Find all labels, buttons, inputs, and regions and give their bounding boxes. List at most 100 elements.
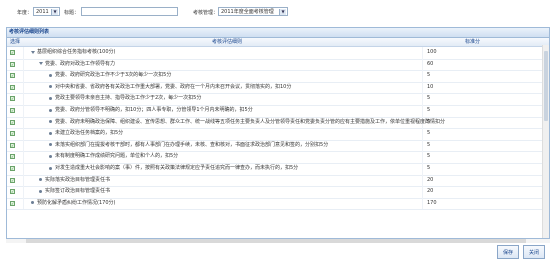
vertical-scrollbar[interactable] [542, 45, 549, 238]
column-divider [422, 105, 423, 117]
column-divider [422, 81, 423, 94]
row-checkbox[interactable]: ✓ [10, 61, 15, 67]
scroll-thumb[interactable] [544, 51, 548, 121]
bullet-icon [49, 108, 52, 112]
panel-title: 考核评估细则列表 [7, 28, 549, 38]
rule-text: 未建立政治任务档案的，扣5分 [55, 130, 124, 137]
column-divider [23, 197, 24, 210]
column-divider [422, 58, 423, 71]
horizontal-scrollbar[interactable] [6, 239, 550, 243]
col-rule: 考核评估细则 [212, 39, 243, 45]
bullet-icon [49, 85, 52, 89]
row-checkbox[interactable]: ✓ [10, 142, 15, 148]
column-divider [422, 93, 423, 105]
row-checkbox[interactable]: ✓ [10, 200, 15, 206]
bullet-icon [39, 189, 42, 193]
standard-score: 10 [427, 83, 434, 90]
column-divider [422, 70, 423, 82]
standard-score: 170 [427, 199, 437, 206]
standard-score: 5 [427, 165, 431, 171]
rules-panel: 考核评估细则列表 选择 考核评估细则 标准分 ✓ 基层组织综合任务指标考核(100… [6, 27, 550, 239]
row-checkbox[interactable]: ✓ [10, 96, 15, 102]
column-divider [422, 128, 423, 140]
rule-text: 未落实组织部门在提拔考核干部时，都有人事部门在办理手续，未核、查和核对，书面征求… [55, 141, 329, 148]
standard-score: 5 [427, 95, 431, 102]
bullet-icon [39, 178, 42, 182]
rule-text: 党委、政府未明确政治保障、组织建设、宣传思想、群众工作、统一战线等五项任务主要负… [55, 118, 446, 125]
bullet-icon [49, 120, 52, 124]
rule-text: 实际签订政治目标管理责任书 [45, 188, 111, 195]
bullet-icon [49, 154, 52, 158]
standard-score: 5 [427, 118, 431, 125]
bullet-icon [49, 166, 52, 170]
standard-score: 20 [427, 176, 434, 183]
table-row[interactable]: ✓ 预防化解矛盾纠纷工作情况(170分) 170 [7, 197, 549, 211]
chevron-down-icon: ▼ [51, 9, 58, 15]
column-divider [23, 93, 24, 105]
column-divider [23, 58, 24, 71]
row-checkbox[interactable]: ✓ [10, 154, 15, 160]
close-button[interactable]: 关闭 [523, 245, 545, 259]
title-label: 标题： [64, 10, 80, 16]
standard-score: 20 [427, 188, 434, 195]
org-select[interactable]: 2011年度全面考核管理 ▼ [218, 7, 288, 16]
row-checkbox[interactable]: ✓ [10, 189, 15, 195]
column-divider [23, 128, 24, 140]
standard-score: 5 [427, 153, 431, 160]
column-divider [422, 163, 423, 175]
year-label: 年度： [17, 10, 33, 16]
column-divider [422, 174, 423, 187]
row-checkbox[interactable]: ✓ [10, 73, 15, 79]
row-checkbox[interactable]: ✓ [10, 108, 15, 113]
standard-score: 5 [427, 107, 431, 113]
rule-text: 党政主要领导未亲自主持、指导政治工作少于2次，每少一次扣5分 [55, 95, 202, 102]
col-select: 选择 [10, 39, 21, 45]
title-input[interactable] [81, 7, 178, 16]
column-divider [422, 197, 423, 210]
rule-text: 未有制度明确工作成绩研究问题，单位和个人的，扣5分 [55, 153, 179, 160]
column-divider [23, 47, 24, 59]
rule-text: 党委、政府分管领导不明确的，扣10分；四人事专职，分管领导1个月内未明确的，扣5… [55, 107, 253, 113]
column-divider [23, 116, 24, 129]
column-divider [422, 139, 423, 152]
org-value: 2011年度全面考核管理 [221, 9, 274, 15]
column-divider [23, 139, 24, 152]
row-checkbox[interactable]: ✓ [10, 166, 15, 171]
column-divider [23, 174, 24, 187]
column-divider [23, 163, 24, 175]
column-divider [422, 151, 423, 163]
rule-text: 对中央和省委、省政府各有关政治工作重大部署，党委、政府在一个月内未召开会议，贯彻… [55, 83, 292, 90]
table-header: 选择 考核评估细则 标准分 [7, 38, 549, 47]
rule-text: 基层组织综合任务指标考核(100分) [37, 49, 116, 55]
row-checkbox[interactable]: ✓ [10, 177, 15, 183]
filter-bar: 年度： 2011 ▼ 标题： 考核管理： 2011年度全面考核管理 ▼ [0, 0, 556, 22]
bullet-icon [49, 131, 52, 135]
row-checkbox[interactable]: ✓ [10, 50, 15, 55]
row-checkbox[interactable]: ✓ [10, 131, 15, 137]
standard-score: 5 [427, 141, 431, 148]
row-checkbox[interactable]: ✓ [10, 119, 15, 125]
rule-text: 党委、政府对政治工作领导有力 [45, 60, 116, 67]
column-divider [23, 105, 24, 117]
save-button[interactable]: 保存 [497, 245, 519, 259]
column-divider [23, 81, 24, 94]
column-divider [422, 47, 423, 59]
column-divider [23, 70, 24, 82]
rule-text: 党委、政府研究政治工作不少于3次的每少一次扣5分 [55, 72, 172, 79]
year-select[interactable]: 2011 ▼ [33, 7, 60, 16]
expand-arrow-icon[interactable] [39, 62, 43, 66]
chevron-down-icon: ▼ [279, 9, 286, 15]
rule-text: 预防化解矛盾纠纷工作情况(170分) [37, 199, 116, 206]
expand-arrow-icon[interactable] [31, 50, 35, 54]
year-value: 2011 [36, 9, 49, 15]
org-label: 考核管理： [193, 10, 219, 16]
standard-score: 5 [427, 130, 431, 137]
hscroll-thumb[interactable] [26, 239, 526, 243]
column-divider [422, 186, 423, 198]
col-score: 标准分 [465, 39, 481, 45]
bullet-icon [31, 201, 34, 205]
row-checkbox[interactable]: ✓ [10, 84, 15, 90]
standard-score: 60 [427, 60, 434, 67]
standard-score: 5 [427, 72, 431, 79]
bullet-icon [49, 73, 52, 77]
